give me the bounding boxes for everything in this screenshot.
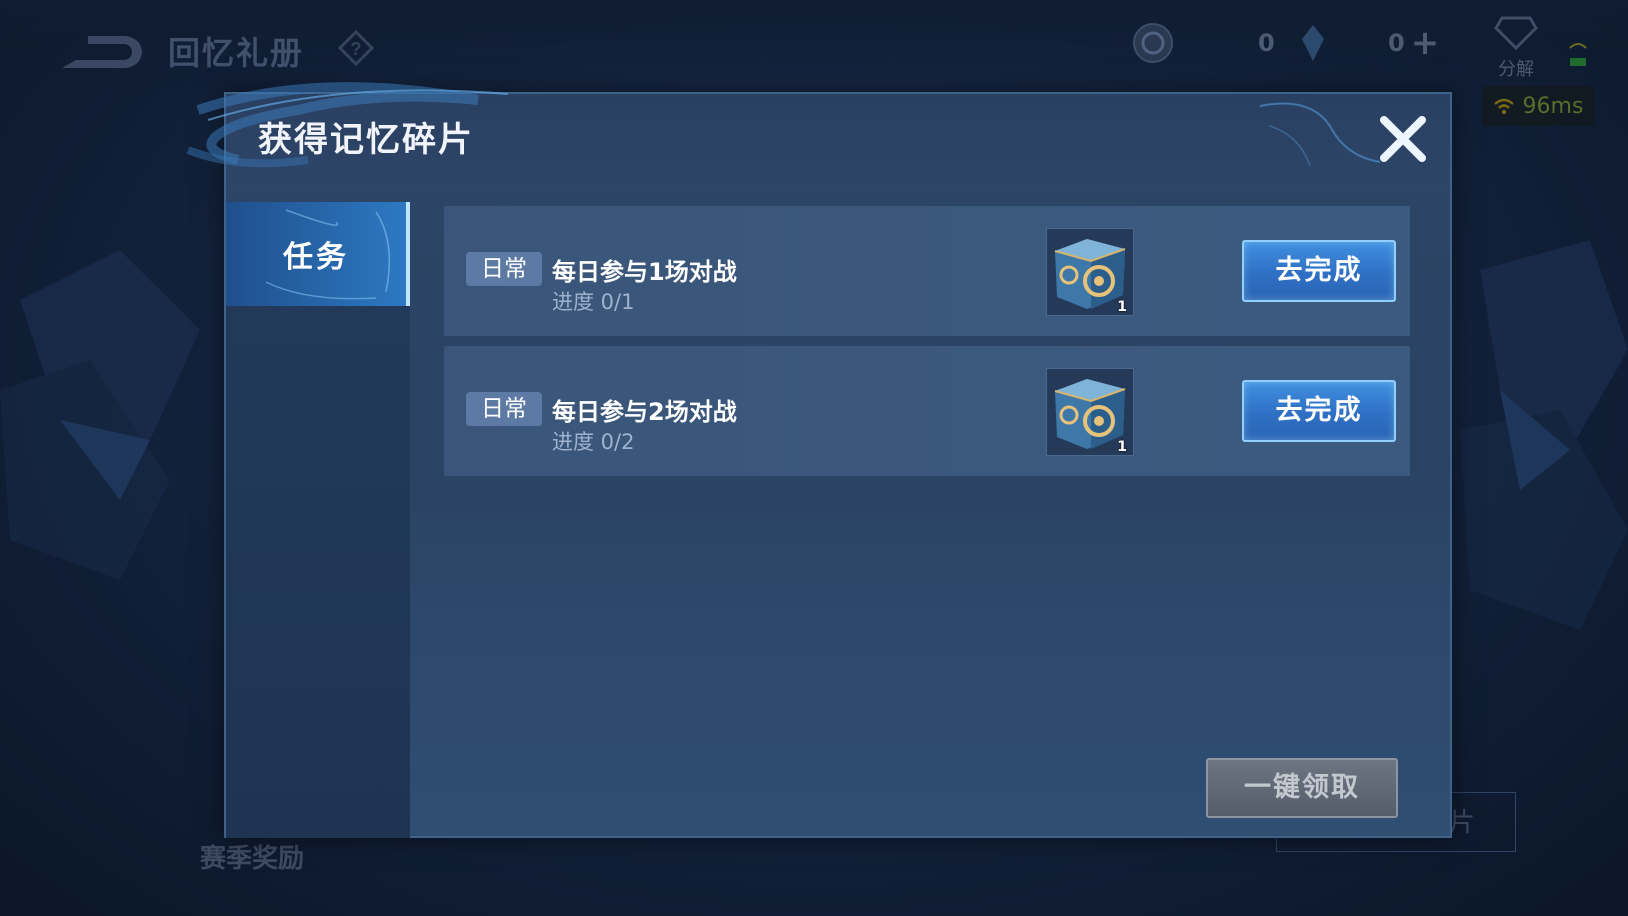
- season-reward-label: 赛季奖励: [200, 844, 305, 874]
- daily-tag: 日常: [466, 392, 542, 426]
- task-name: 每日参与1场对战: [552, 258, 737, 286]
- signal-icon: [1569, 43, 1587, 66]
- coin-currency: 0: [1132, 22, 1275, 64]
- go-complete-button[interactable]: 去完成: [1242, 380, 1396, 442]
- task-progress: 进度 0/2: [552, 430, 635, 454]
- ping-value: 96ms: [1522, 93, 1584, 119]
- task-row: 日常 每日参与2场对战 进度 0/2 1 去完成: [444, 346, 1410, 476]
- coin-value: 0: [1258, 29, 1275, 57]
- decompose-button[interactable]: 分解: [1488, 14, 1544, 81]
- decompose-label: 分解: [1498, 59, 1534, 80]
- reward-item[interactable]: 1: [1046, 368, 1134, 456]
- reward-count: 1: [1117, 439, 1127, 455]
- crystal-decoration-right: [1460, 240, 1628, 630]
- task-name: 每日参与2场对战: [552, 398, 737, 426]
- crystal-decoration-left: [0, 250, 200, 580]
- task-row: 日常 每日参与1场对战 进度 0/1 1 去完成: [444, 206, 1410, 336]
- task-progress: 进度 0/1: [552, 290, 635, 314]
- crystal-icon: [1302, 25, 1324, 61]
- tab-tasks[interactable]: 任务: [226, 202, 410, 306]
- background-page-title: 回忆礼册: [168, 34, 305, 72]
- svg-text:?: ?: [351, 39, 362, 59]
- coin-icon: [1133, 23, 1173, 63]
- crystal-value: 0: [1388, 29, 1405, 57]
- claim-all-button[interactable]: 一键领取: [1206, 758, 1398, 818]
- crystal-currency: 0 +: [1298, 22, 1439, 64]
- dialog-sidebar: 任务: [226, 202, 410, 838]
- reward-item[interactable]: 1: [1046, 228, 1134, 316]
- reward-count: 1: [1117, 299, 1127, 315]
- close-icon[interactable]: [1376, 112, 1430, 166]
- go-complete-button[interactable]: 去完成: [1242, 240, 1396, 302]
- add-currency-icon[interactable]: +: [1411, 23, 1440, 63]
- daily-tag: 日常: [466, 252, 542, 286]
- back-arrow-icon[interactable]: [58, 28, 144, 76]
- dialog-title: 获得记忆碎片: [258, 120, 474, 160]
- ping-indicator: 96ms: [1482, 86, 1594, 126]
- wifi-icon: [1493, 98, 1514, 115]
- tab-decoration: [265, 209, 391, 300]
- help-icon[interactable]: ?: [338, 30, 374, 66]
- corner-swirl-decoration: [1259, 102, 1381, 167]
- diamond-icon: [1494, 16, 1538, 51]
- memory-fragment-dialog: 获得记忆碎片 任务 日常 每日参与1场对战 进度 0/1 1 去完成 日常 每日…: [186, 82, 1452, 838]
